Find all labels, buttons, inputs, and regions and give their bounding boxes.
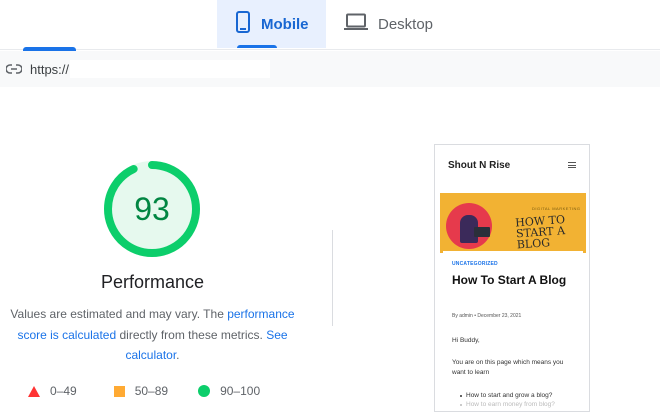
legend-fail-range: 0–49 [50, 384, 77, 398]
performance-description: Values are estimated and may vary. The p… [0, 304, 305, 366]
device-tabbar: Mobile Desktop [0, 0, 660, 51]
hero-small-text: DIGITAL MARKETING [532, 206, 581, 211]
preview-greeting: Hi Buddy, [452, 337, 480, 344]
list-item: How to start and grow a blog? [460, 391, 578, 400]
preview-post-card: UNCATEGORIZED How To Start A Blog By adm… [443, 251, 583, 411]
square-icon [113, 385, 125, 397]
preview-site-header: Shout N Rise [435, 145, 589, 185]
section-divider [332, 230, 333, 326]
preview-post-title: How To Start A Blog [452, 273, 567, 287]
tab-desktop[interactable]: Desktop [326, 0, 446, 48]
url-bar[interactable]: https:// [0, 51, 660, 87]
legend-pass: 90–100 [198, 384, 260, 398]
list-item: How to earn money from blog? [460, 400, 578, 409]
tab-mobile[interactable]: Mobile [217, 0, 326, 48]
mobile-screenshot-preview: Shout N Rise DIGITAL MARKETING HOW TO ST… [434, 144, 590, 412]
preview-hero-image: DIGITAL MARKETING HOW TO START A BLOG [440, 193, 586, 253]
url-text: https:// [30, 61, 70, 77]
hamburger-menu-icon [568, 162, 576, 168]
desc-text-2: directly from these metrics. [116, 327, 267, 342]
performance-score: 93 [134, 190, 170, 227]
desc-text-3: . [176, 348, 180, 362]
legend-average: 50–89 [113, 384, 169, 398]
hero-title-text: HOW TO START A BLOG [514, 213, 566, 252]
smartphone-icon [235, 11, 251, 37]
legend-average-range: 50–89 [134, 384, 169, 398]
legend-pass-range: 90–100 [220, 384, 261, 398]
desc-text-1: Values are estimated and may vary. The [10, 307, 228, 321]
laptop-icon [344, 13, 368, 35]
preview-post-meta: By admin • December 23, 2021 [452, 313, 522, 319]
performance-title: Performance [100, 272, 205, 292]
hero-laptop-illustration [474, 227, 490, 237]
url-redaction [70, 60, 270, 78]
score-legend: 0–49 50–89 90–100 [25, 382, 305, 400]
tab-desktop-label: Desktop [378, 15, 434, 33]
triangle-icon [28, 385, 40, 397]
link-icon [6, 61, 22, 77]
preview-bullets: How to start and grow a blog? How to ear… [460, 391, 578, 409]
preview-category: UNCATEGORIZED [452, 261, 498, 267]
preview-site-name: Shout N Rise [448, 159, 511, 171]
legend-fail: 0–49 [28, 384, 77, 398]
tab-mobile-label: Mobile [261, 15, 309, 33]
circle-icon [198, 385, 211, 397]
preview-body: You are on this page which means you wan… [452, 359, 564, 376]
active-tab-underline [237, 45, 277, 48]
